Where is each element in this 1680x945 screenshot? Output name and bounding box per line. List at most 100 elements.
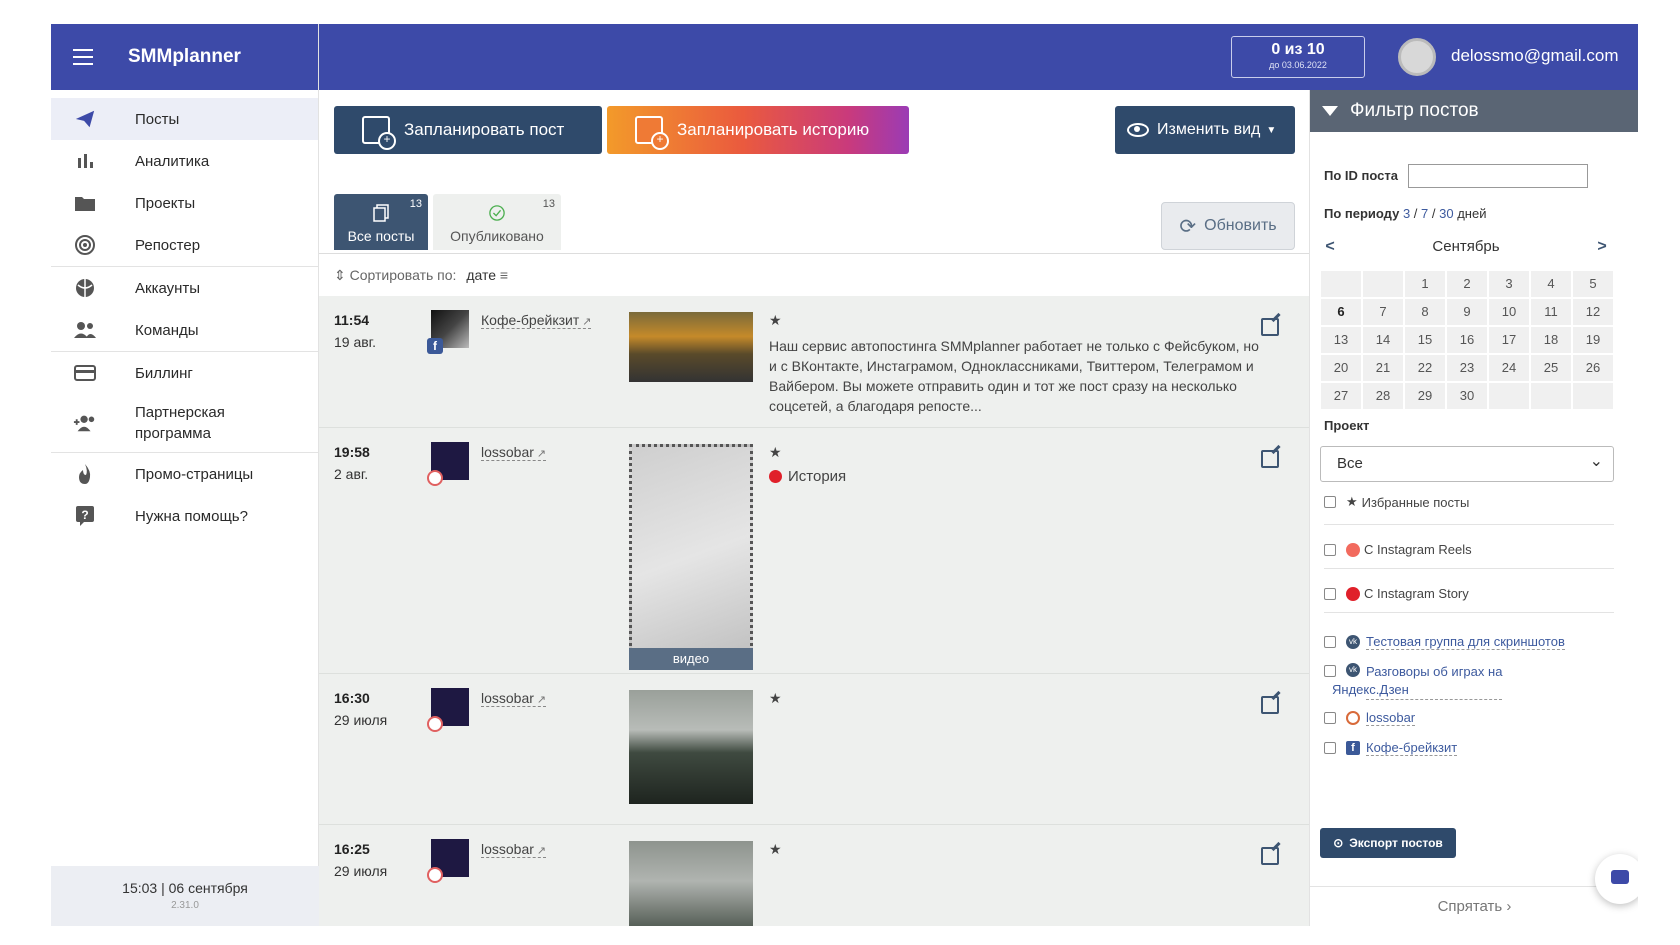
favorites-filter[interactable]: ★ Избранные посты xyxy=(1324,494,1469,510)
sidebar-item-accounts[interactable]: Аккаунты xyxy=(51,267,318,309)
calendar-day[interactable]: 21 xyxy=(1362,354,1404,382)
hamburger-menu-icon[interactable] xyxy=(73,49,93,65)
calendar-day[interactable]: 13 xyxy=(1320,326,1362,354)
calendar-day[interactable]: 20 xyxy=(1320,354,1362,382)
favorite-star-icon[interactable]: ★ xyxy=(769,312,782,329)
post-image[interactable] xyxy=(629,312,753,382)
post-video[interactable]: видео xyxy=(629,444,753,670)
calendar-day[interactable]: 3 xyxy=(1488,270,1530,298)
checkbox[interactable] xyxy=(1324,636,1336,648)
export-posts-button[interactable]: ⊙ Экспорт постов xyxy=(1320,828,1456,858)
period-7-link[interactable]: 7 xyxy=(1421,206,1428,221)
checkbox[interactable] xyxy=(1324,665,1336,677)
calendar-day[interactable]: 30 xyxy=(1446,382,1488,410)
chat-bubble-icon[interactable] xyxy=(1595,854,1638,904)
chevron-right-icon[interactable]: > xyxy=(1592,238,1612,256)
calendar-day[interactable]: 8 xyxy=(1404,298,1446,326)
post-image[interactable] xyxy=(629,690,753,804)
account-filter-item[interactable]: vk Разговоры об играх на Яндекс.Дзен xyxy=(1324,663,1503,700)
period-30-link[interactable]: 30 xyxy=(1439,206,1453,221)
calendar-day[interactable]: 23 xyxy=(1446,354,1488,382)
calendar-day[interactable]: 1 xyxy=(1404,270,1446,298)
change-view-button[interactable]: Изменить вид ▼ xyxy=(1115,106,1295,154)
project-select[interactable]: Все xyxy=(1320,446,1614,482)
calendar-day[interactable]: 11 xyxy=(1530,298,1572,326)
calendar-day[interactable]: 9 xyxy=(1446,298,1488,326)
account-link[interactable]: lossobar ↗ xyxy=(481,444,547,461)
sidebar-item-help[interactable]: ? Нужна помощь? xyxy=(51,495,318,537)
post-id-input[interactable] xyxy=(1408,164,1588,188)
plan-post-button[interactable]: Запланировать пост xyxy=(334,106,602,154)
calendar-day[interactable]: 17 xyxy=(1488,326,1530,354)
checkbox[interactable] xyxy=(1324,543,1336,556)
user-email[interactable]: delossmo@gmail.com xyxy=(1451,46,1618,66)
refresh-button[interactable]: ⟳ Обновить xyxy=(1161,202,1295,250)
account-filter-item[interactable]: f Кофе-брейкзит xyxy=(1324,740,1458,756)
post-image[interactable] xyxy=(629,841,753,926)
edit-icon[interactable] xyxy=(1261,847,1279,865)
edit-icon[interactable] xyxy=(1261,450,1279,468)
edit-icon[interactable] xyxy=(1261,318,1279,336)
calendar-day[interactable]: 12 xyxy=(1572,298,1614,326)
sort-value[interactable]: дате xyxy=(466,267,496,283)
calendar-day[interactable]: 14 xyxy=(1362,326,1404,354)
calendar-day[interactable]: 4 xyxy=(1530,270,1572,298)
account-filter-item[interactable]: vk Тестовая группа для скриншотов xyxy=(1324,634,1565,650)
calendar-day[interactable]: 7 xyxy=(1362,298,1404,326)
favorite-star-icon[interactable]: ★ xyxy=(769,841,782,858)
sidebar-item-teams[interactable]: Команды xyxy=(51,309,318,351)
instagram-icon xyxy=(427,867,443,883)
story-filter[interactable]: С Instagram Story xyxy=(1324,586,1469,601)
calendar-day[interactable]: 15 xyxy=(1404,326,1446,354)
calendar-day[interactable]: 24 xyxy=(1488,354,1530,382)
calendar-day[interactable]: 2 xyxy=(1446,270,1488,298)
edit-icon[interactable] xyxy=(1261,696,1279,714)
hide-filter-button[interactable]: Спрятать › xyxy=(1310,886,1638,926)
sidebar-item-partner-program[interactable]: Партнерская программа xyxy=(51,394,318,452)
calendar-day[interactable]: 19 xyxy=(1572,326,1614,354)
account-link[interactable]: lossobar ↗ xyxy=(481,690,547,707)
checkbox[interactable] xyxy=(1324,742,1336,754)
sidebar-item-projects[interactable]: Проекты xyxy=(51,182,318,224)
reels-filter[interactable]: С Instagram Reels xyxy=(1324,542,1472,557)
calendar-day[interactable]: 6 xyxy=(1320,298,1362,326)
account-filter-label[interactable]: Кофе-брейкзит xyxy=(1366,740,1458,756)
tab-all-posts[interactable]: 13 Все посты xyxy=(334,194,428,250)
calendar-day[interactable]: 28 xyxy=(1362,382,1404,410)
calendar-day[interactable]: 27 xyxy=(1320,382,1362,410)
calendar-day[interactable]: 26 xyxy=(1572,354,1614,382)
calendar-day[interactable]: 18 xyxy=(1530,326,1572,354)
checkbox[interactable] xyxy=(1324,496,1336,508)
calendar-day[interactable]: 5 xyxy=(1572,270,1614,298)
checkbox[interactable] xyxy=(1324,712,1336,724)
sidebar-item-billing[interactable]: Биллинг xyxy=(51,352,318,394)
calendar-day[interactable]: 25 xyxy=(1530,354,1572,382)
plan-story-button[interactable]: Запланировать историю xyxy=(607,106,909,154)
tab-published[interactable]: 13 Опубликовано xyxy=(433,194,561,250)
account-filter-label[interactable]: Разговоры об играх на Яндекс.Дзен xyxy=(1332,663,1503,700)
calendar-day[interactable]: 22 xyxy=(1404,354,1446,382)
calendar-day[interactable]: 29 xyxy=(1404,382,1446,410)
favorite-star-icon[interactable]: ★ xyxy=(769,444,782,461)
sidebar-item-reposter[interactable]: Репостер xyxy=(51,224,318,266)
caret-down-icon: ▼ xyxy=(1266,124,1277,136)
calendar-day[interactable]: 10 xyxy=(1488,298,1530,326)
checkbox[interactable] xyxy=(1324,587,1336,600)
sidebar-item-analytics[interactable]: Аналитика xyxy=(51,140,318,182)
account-filter-item[interactable]: lossobar xyxy=(1324,710,1416,726)
calendar-day[interactable]: 16 xyxy=(1446,326,1488,354)
copy-icon xyxy=(373,204,389,222)
account-filter-label[interactable]: Тестовая группа для скриншотов xyxy=(1366,634,1565,650)
sort-order-icon[interactable]: ≡ xyxy=(500,267,508,283)
post-quota[interactable]: 0 из 10 до 03.06.2022 xyxy=(1231,36,1365,78)
period-3-link[interactable]: 3 xyxy=(1403,206,1410,221)
sidebar-item-promo-pages[interactable]: Промо-страницы xyxy=(51,453,318,495)
account-link[interactable]: lossobar ↗ xyxy=(481,841,547,858)
chevron-left-icon[interactable]: < xyxy=(1320,238,1340,256)
account-link[interactable]: Кофе-брейкзит ↗ xyxy=(481,312,592,329)
avatar[interactable] xyxy=(1398,38,1436,76)
favorite-star-icon[interactable]: ★ xyxy=(769,690,782,707)
sort-label: Сортировать по: xyxy=(349,267,457,283)
account-filter-label[interactable]: lossobar xyxy=(1366,710,1416,726)
sidebar-item-posts[interactable]: Посты xyxy=(51,98,318,140)
